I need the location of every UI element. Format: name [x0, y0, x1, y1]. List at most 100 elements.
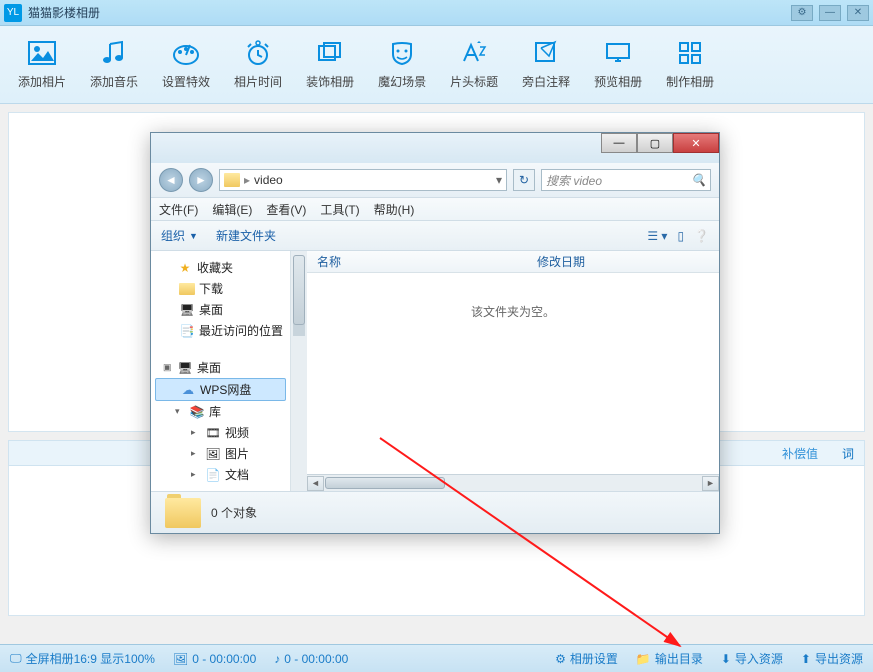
dialog-close-button[interactable]: ✕: [673, 133, 719, 153]
list-scrollbar[interactable]: ◄ ►: [307, 474, 719, 491]
tab-comp[interactable]: 补偿值: [782, 445, 818, 462]
status-img: 🖼0 - 00:00:00: [173, 652, 256, 666]
folder-tree[interactable]: ★收藏夹 下载 🖥桌面 📑最近访问的位置 ▣🖥桌面 ☁WPS网盘 ▾📚库 ▸🎞视…: [151, 251, 291, 491]
tree-video[interactable]: ▸🎞视频: [151, 422, 290, 443]
minimize-button[interactable]: —: [819, 5, 841, 21]
text-icon: [460, 39, 488, 67]
tree-scrollbar[interactable]: [291, 251, 307, 491]
settings-icon[interactable]: ⚙: [791, 5, 813, 21]
tab-ci[interactable]: 词: [842, 445, 854, 462]
docs-icon: 📄: [205, 468, 221, 482]
desktop-icon: 🖥: [179, 303, 195, 317]
set-effect-button[interactable]: 设置特效: [162, 39, 210, 90]
palette-icon: [172, 39, 200, 67]
object-count: 0 个对象: [211, 504, 257, 521]
desktop-icon: 🖥: [177, 361, 193, 375]
search-input[interactable]: 搜索 video 🔍: [541, 169, 711, 191]
cloud-icon: ☁: [180, 383, 196, 397]
file-open-dialog: — ▢ ✕ ◄ ► ▸ video ▾ ↻ 搜索 video 🔍 文件(F) 编…: [150, 132, 720, 534]
status-screen: 🖵全屏相册16:9 显示100%: [10, 650, 155, 667]
folder-large-icon: [165, 498, 201, 528]
search-icon: 🔍: [691, 173, 706, 187]
library-icon: 📚: [189, 405, 205, 419]
output-dir-button[interactable]: 📁输出目录: [636, 650, 703, 667]
tree-favorites[interactable]: ★收藏夹: [151, 257, 290, 278]
scroll-left-arrow[interactable]: ◄: [307, 476, 324, 491]
monitor-icon: [604, 39, 632, 67]
status-bar: 🖵全屏相册16:9 显示100% 🖼0 - 00:00:00 ♪0 - 00:0…: [0, 644, 873, 672]
photo-icon: [28, 39, 56, 67]
comment-button[interactable]: 旁白注释: [522, 39, 570, 90]
list-header[interactable]: 名称 修改日期: [307, 251, 719, 273]
empty-message: 该文件夹为空。: [307, 273, 719, 474]
menu-view[interactable]: 查看(V): [266, 201, 306, 218]
col-name[interactable]: 名称: [317, 253, 537, 270]
export-resource-button[interactable]: ⬆导出资源: [801, 650, 863, 667]
menu-help[interactable]: 帮助(H): [374, 201, 415, 218]
dialog-titlebar[interactable]: — ▢ ✕: [151, 133, 719, 163]
back-button[interactable]: ◄: [159, 168, 183, 192]
menu-tools[interactable]: 工具(T): [320, 201, 359, 218]
status-audio: ♪0 - 00:00:00: [274, 652, 348, 666]
music-icon: [100, 39, 128, 67]
note-small-icon: ♪: [274, 652, 280, 666]
recent-icon: 📑: [179, 324, 195, 338]
import-icon: ⬇: [721, 652, 731, 666]
main-toolbar: 添加相片 添加音乐 设置特效 相片时间 装饰相册 魔幻场景 片头标题 旁白注释 …: [0, 26, 873, 104]
path-breadcrumb[interactable]: ▸ video ▾: [219, 169, 507, 191]
tree-desktop-fav[interactable]: 🖥桌面: [151, 299, 290, 320]
new-folder-button[interactable]: 新建文件夹: [216, 227, 276, 244]
close-button[interactable]: ✕: [847, 5, 869, 21]
title-button[interactable]: 片头标题: [450, 39, 498, 90]
file-list[interactable]: 名称 修改日期 该文件夹为空。 ◄ ►: [307, 251, 719, 491]
star-icon: ★: [177, 261, 193, 275]
folder-icon: [224, 173, 240, 187]
dialog-footer: 0 个对象: [151, 491, 719, 533]
tree-downloads[interactable]: 下载: [151, 278, 290, 299]
image-small-icon: 🖼: [173, 652, 188, 666]
add-photo-button[interactable]: 添加相片: [18, 39, 66, 90]
preview-pane-button[interactable]: ▯: [677, 229, 684, 243]
dialog-menubar: 文件(F) 编辑(E) 查看(V) 工具(T) 帮助(H): [151, 197, 719, 221]
import-resource-button[interactable]: ⬇导入资源: [721, 650, 783, 667]
mask-icon: [388, 39, 416, 67]
menu-edit[interactable]: 编辑(E): [212, 201, 252, 218]
refresh-button[interactable]: ↻: [513, 169, 535, 191]
monitor-small-icon: 🖵: [10, 651, 22, 666]
folder-icon: 📁: [636, 652, 651, 666]
app-logo: YL: [4, 4, 22, 22]
menu-file[interactable]: 文件(F): [159, 201, 198, 218]
organize-button[interactable]: 组织 ▼: [161, 227, 198, 244]
dialog-nav: ◄ ► ▸ video ▾ ↻ 搜索 video 🔍: [151, 163, 719, 197]
add-music-button[interactable]: 添加音乐: [90, 39, 138, 90]
help-button[interactable]: ❔: [694, 229, 709, 243]
tree-wps[interactable]: ☁WPS网盘: [155, 378, 286, 401]
dialog-min-button[interactable]: —: [601, 133, 637, 153]
album-settings-button[interactable]: ⚙相册设置: [555, 650, 618, 667]
grid-icon: [676, 39, 704, 67]
tree-pictures[interactable]: ▸🖼图片: [151, 443, 290, 464]
tree-library[interactable]: ▾📚库: [151, 401, 290, 422]
app-title: 猫猫影楼相册: [28, 4, 100, 21]
video-icon: 🎞: [205, 426, 221, 440]
tree-desktop[interactable]: ▣🖥桌面: [151, 357, 290, 378]
make-button[interactable]: 制作相册: [666, 39, 714, 90]
view-mode-button[interactable]: ☰ ▾: [647, 229, 667, 243]
gear-icon: ⚙: [555, 652, 566, 666]
magic-scene-button[interactable]: 魔幻场景: [378, 39, 426, 90]
pictures-icon: 🖼: [205, 447, 221, 461]
deco-album-button[interactable]: 装饰相册: [306, 39, 354, 90]
scroll-right-arrow[interactable]: ►: [702, 476, 719, 491]
tree-docs[interactable]: ▸📄文档: [151, 464, 290, 485]
titlebar: YL 猫猫影楼相册 ⚙ — ✕: [0, 0, 873, 26]
preview-button[interactable]: 预览相册: [594, 39, 642, 90]
edit-icon: [532, 39, 560, 67]
dialog-max-button[interactable]: ▢: [637, 133, 673, 153]
dialog-organize-bar: 组织 ▼ 新建文件夹 ☰ ▾ ▯ ❔: [151, 221, 719, 251]
forward-button[interactable]: ►: [189, 168, 213, 192]
deco-icon: [316, 39, 344, 67]
tree-recent[interactable]: 📑最近访问的位置: [151, 320, 290, 341]
photo-time-button[interactable]: 相片时间: [234, 39, 282, 90]
clock-icon: [244, 39, 272, 67]
col-date[interactable]: 修改日期: [537, 253, 585, 270]
